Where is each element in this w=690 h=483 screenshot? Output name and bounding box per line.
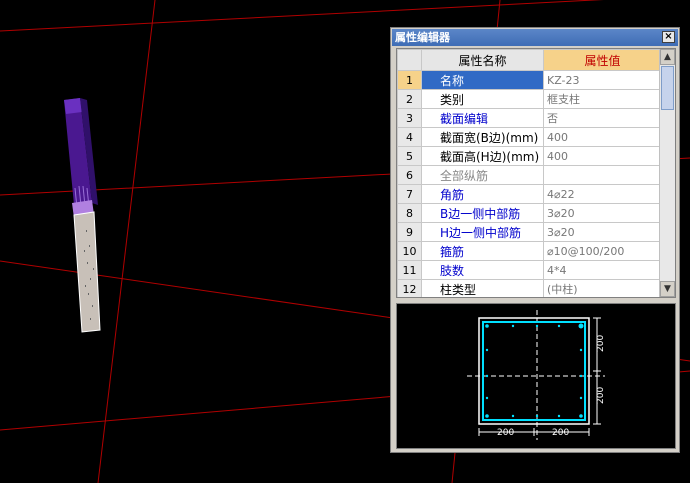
table-row[interactable]: 6 全部纵筋 xyxy=(397,165,662,185)
table-header: 属性名称 属性值 xyxy=(397,49,662,71)
row-index: 1 xyxy=(397,70,422,90)
property-name: 截面高(H边)(mm) xyxy=(421,146,544,166)
header-name: 属性名称 xyxy=(421,49,544,71)
table-row[interactable]: 12 柱类型 (中柱) xyxy=(397,279,662,297)
property-name: 名称 xyxy=(421,70,544,90)
property-table: 属性名称 属性值 1 名称 KZ-23 2 类别 框支柱 3 截面编辑否 4 截面宽(B边)(mm… xyxy=(397,49,662,297)
dim-right-bottom: 200 xyxy=(596,387,606,404)
header-index xyxy=(397,49,422,71)
property-editor-panel[interactable]: 属性编辑器 × 属性名称 属性值 1 名称 KZ-23 2 类别 框支柱 3 截面编辑否 4 截面… xyxy=(390,27,680,453)
property-name: 角筋 xyxy=(421,184,544,204)
property-name: H边一侧中部筋 xyxy=(421,222,544,242)
panel-titlebar[interactable]: 属性编辑器 × xyxy=(392,29,678,46)
dim-bottom-right: 200 xyxy=(552,428,569,438)
table-row[interactable]: 1 名称 KZ-23 xyxy=(397,70,662,90)
property-value[interactable]: KZ-23 xyxy=(543,70,662,90)
column-section-outline xyxy=(478,317,590,425)
property-name: 全部纵筋 xyxy=(421,165,544,185)
property-name: 肢数 xyxy=(421,260,544,280)
property-name: 截面编辑 xyxy=(421,108,544,128)
row-index: 4 xyxy=(397,127,422,147)
property-name: 柱类型 xyxy=(421,279,544,297)
property-value[interactable]: 400 xyxy=(543,146,662,166)
table-row[interactable]: 4 截面宽(B边)(mm) 400 xyxy=(397,127,662,147)
table-row[interactable]: 5 截面高(H边)(mm) 400 xyxy=(397,146,662,166)
row-index: 10 xyxy=(397,241,422,261)
dim-right-top: 200 xyxy=(596,335,606,352)
close-icon[interactable]: × xyxy=(662,31,675,43)
row-index: 8 xyxy=(397,203,422,223)
scroll-up-icon[interactable]: ▲ xyxy=(660,49,675,65)
row-index: 11 xyxy=(397,260,422,280)
property-grid[interactable]: 属性名称 属性值 1 名称 KZ-23 2 类别 框支柱 3 截面编辑否 4 截面宽(B边)(mm… xyxy=(396,48,676,298)
property-name: 类别 xyxy=(421,89,544,109)
grid-line xyxy=(97,0,156,483)
table-row[interactable]: 8 B边一侧中部筋 3⌀20 xyxy=(397,203,662,223)
column-upper-front xyxy=(64,98,82,114)
property-name: 箍筋 xyxy=(421,241,544,261)
property-name: 截面宽(B边)(mm) xyxy=(421,127,544,147)
property-value[interactable]: 400 xyxy=(543,127,662,147)
table-row[interactable]: 10 箍筋 ⌀10@100/200 xyxy=(397,241,662,261)
row-index: 9 xyxy=(397,222,422,242)
row-index: 6 xyxy=(397,165,422,185)
row-index: 12 xyxy=(397,279,422,297)
property-value[interactable]: ⌀10@100/200 xyxy=(543,241,662,261)
section-drawing: 200 200 200 200 xyxy=(467,310,606,440)
row-index: 3 xyxy=(397,108,422,128)
property-value[interactable]: 否 xyxy=(543,108,662,128)
table-row[interactable]: 3 截面编辑否 xyxy=(397,108,662,128)
vertical-scrollbar[interactable]: ▲ ▼ xyxy=(659,49,675,297)
property-value[interactable]: 4*4 xyxy=(543,260,662,280)
row-index: 2 xyxy=(397,89,422,109)
panel-title: 属性编辑器 xyxy=(395,31,450,44)
property-value[interactable]: 3⌀20 xyxy=(543,203,662,223)
column-3d-model[interactable] xyxy=(64,98,101,333)
dim-bottom-left: 200 xyxy=(497,428,514,438)
table-row[interactable]: 7 角筋 4⌀22 xyxy=(397,184,662,204)
row-index: 5 xyxy=(397,146,422,166)
property-name: B边一侧中部筋 xyxy=(421,203,544,223)
row-index: 7 xyxy=(397,184,422,204)
table-row[interactable]: 9 H边一侧中部筋 3⌀20 xyxy=(397,222,662,242)
stirrup-outline xyxy=(482,321,586,421)
table-row[interactable]: 2 类别 框支柱 xyxy=(397,89,662,109)
property-value[interactable] xyxy=(543,165,662,185)
header-value: 属性值 xyxy=(543,49,662,71)
property-value[interactable]: 3⌀20 xyxy=(543,222,662,242)
property-value[interactable]: 4⌀22 xyxy=(543,184,662,204)
scroll-down-icon[interactable]: ▼ xyxy=(660,281,675,297)
scroll-thumb[interactable] xyxy=(661,66,674,110)
table-row[interactable]: 11 肢数 4*4 xyxy=(397,260,662,280)
property-value[interactable]: 框支柱 xyxy=(543,89,662,109)
property-value[interactable]: (中柱) xyxy=(543,279,662,297)
section-preview: 200 200 200 200 xyxy=(396,303,676,449)
